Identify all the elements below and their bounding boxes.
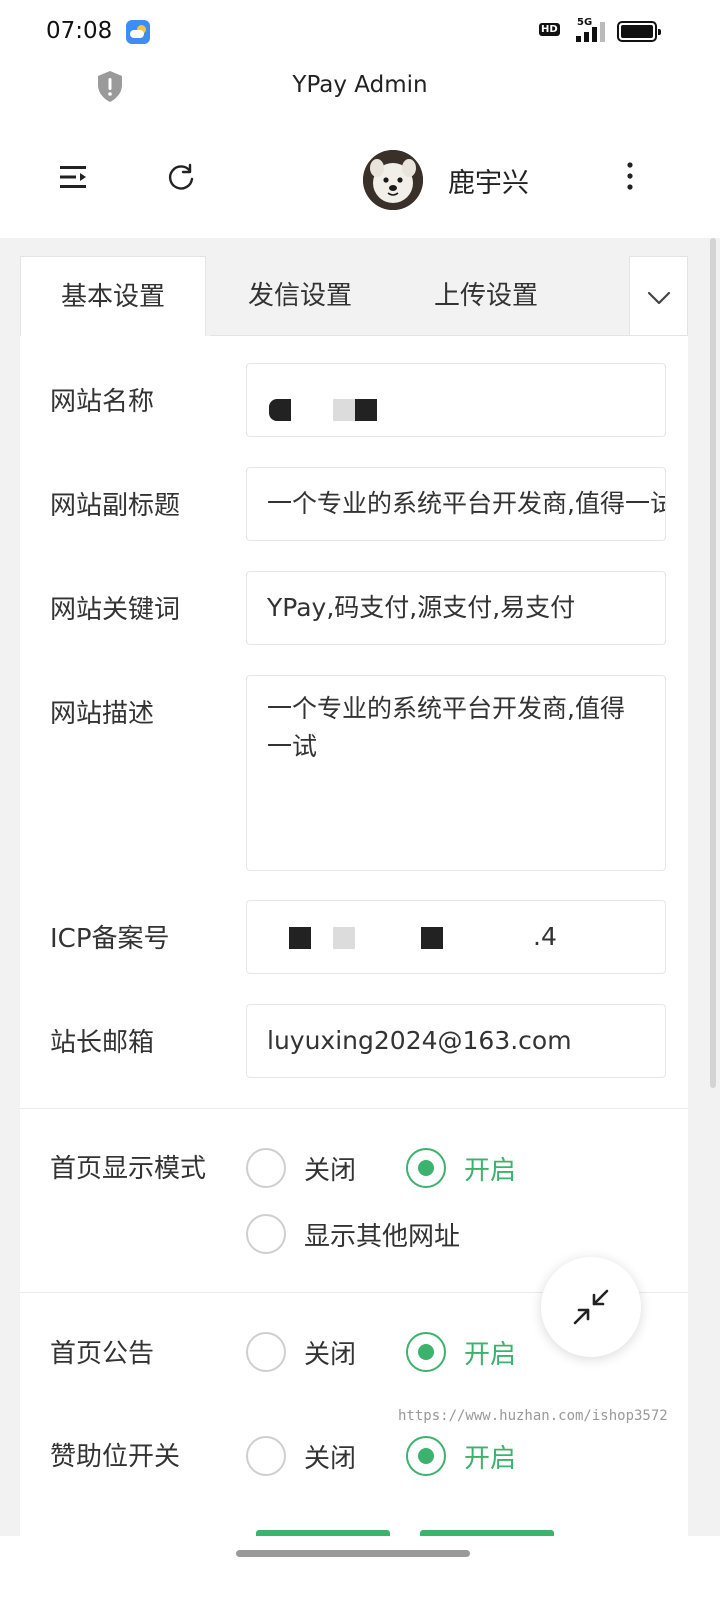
home-indicator[interactable] bbox=[236, 1550, 470, 1557]
battery-icon bbox=[617, 21, 661, 42]
notice-on-radio[interactable]: 开启 bbox=[406, 1332, 536, 1372]
description-textarea[interactable]: 一个专业的系统平台开发商,值得一试 bbox=[246, 675, 666, 871]
site-name-input[interactable] bbox=[246, 363, 666, 437]
weather-cloud-sun-icon bbox=[126, 20, 150, 44]
radio-label: 开启 bbox=[464, 1156, 517, 1186]
tab-upload[interactable]: 上传设置 bbox=[396, 256, 576, 336]
app-header: 鹿宇兴 bbox=[0, 120, 720, 238]
subtitle-input[interactable]: 一个专业的系统平台开发商,值得一试 bbox=[246, 467, 666, 541]
username[interactable]: 鹿宇兴 bbox=[448, 161, 529, 200]
fullscreen-toggle-button[interactable] bbox=[541, 1257, 641, 1357]
avatar[interactable] bbox=[363, 150, 423, 210]
radio-label: 关闭 bbox=[304, 1340, 357, 1370]
radio-label: 关闭 bbox=[304, 1444, 357, 1474]
tab-mail[interactable]: 发信设置 bbox=[210, 256, 390, 336]
status-bar: 07:08 HD 5G bbox=[0, 0, 720, 64]
radio-label: 开启 bbox=[464, 1444, 517, 1474]
site-name-label: 网站名称 bbox=[50, 387, 155, 417]
keywords-input[interactable]: YPay,码支付,源支付,易支付 bbox=[246, 571, 666, 645]
tab-basic[interactable]: 基本设置 bbox=[20, 256, 206, 336]
redacted-block bbox=[269, 399, 291, 421]
signal-icon bbox=[576, 22, 610, 42]
scrollbar[interactable] bbox=[710, 238, 716, 1088]
hd-badge: HD bbox=[539, 23, 560, 36]
radio-circle bbox=[246, 1332, 286, 1372]
radio-circle bbox=[246, 1436, 286, 1476]
sponsor-label: 赞助位开关 bbox=[50, 1442, 181, 1472]
keywords-label: 网站关键词 bbox=[50, 595, 181, 625]
section-divider bbox=[20, 1108, 688, 1109]
system-nav-bar bbox=[0, 1536, 720, 1600]
browser-bar: YPay Admin bbox=[0, 64, 720, 120]
icp-value: .4 bbox=[533, 922, 557, 951]
email-input[interactable]: luyuxing2024@163.com bbox=[246, 1004, 666, 1078]
subtitle-label: 网站副标题 bbox=[50, 491, 181, 521]
watermark: https://www.huzhan.com/ishop3572 bbox=[398, 1408, 668, 1424]
main-content: 基本设置 发信设置 上传设置 网站名称 网站副标题 一个专业的系统平台开发商,值… bbox=[0, 238, 720, 1586]
icp-label: ICP备案号 bbox=[50, 924, 170, 954]
home-mode-on-radio[interactable]: 开启 bbox=[406, 1148, 536, 1188]
notice-off-radio[interactable]: 关闭 bbox=[246, 1332, 376, 1372]
chevron-down-icon bbox=[647, 291, 671, 305]
redacted-block bbox=[333, 399, 355, 421]
browser-title: YPay Admin bbox=[292, 72, 428, 98]
sponsor-off-radio[interactable]: 关闭 bbox=[246, 1436, 376, 1476]
sponsor-on-radio[interactable]: 开启 bbox=[406, 1436, 536, 1476]
more-vertical-icon[interactable] bbox=[624, 160, 636, 192]
menu-collapse-icon[interactable] bbox=[58, 164, 90, 190]
radio-circle bbox=[246, 1148, 286, 1188]
collapse-arrows-icon bbox=[573, 1289, 609, 1325]
notice-label: 首页公告 bbox=[50, 1339, 155, 1369]
icp-input[interactable]: .4 bbox=[246, 900, 666, 974]
settings-form: 网站名称 网站副标题 一个专业的系统平台开发商,值得一试 网站关键词 YPay,… bbox=[20, 336, 688, 1586]
home-mode-label: 首页显示模式 bbox=[50, 1154, 207, 1184]
redacted-block bbox=[355, 399, 377, 421]
radio-circle bbox=[406, 1436, 446, 1476]
radio-label: 关闭 bbox=[304, 1156, 357, 1186]
radio-label: 显示其他网址 bbox=[304, 1222, 461, 1252]
home-mode-off-radio[interactable]: 关闭 bbox=[246, 1148, 376, 1188]
radio-circle bbox=[406, 1332, 446, 1372]
description-label: 网站描述 bbox=[50, 699, 155, 729]
redacted-block bbox=[421, 927, 443, 949]
radio-label: 开启 bbox=[464, 1340, 517, 1370]
radio-circle bbox=[406, 1148, 446, 1188]
tab-more-button[interactable] bbox=[629, 256, 688, 336]
redacted-block bbox=[333, 927, 355, 949]
redacted-block bbox=[289, 927, 311, 949]
status-time: 07:08 bbox=[46, 18, 113, 44]
refresh-icon[interactable] bbox=[166, 162, 196, 192]
radio-circle bbox=[246, 1214, 286, 1254]
home-mode-other-url-radio[interactable]: 显示其他网址 bbox=[246, 1214, 486, 1254]
settings-tabs: 基本设置 发信设置 上传设置 bbox=[20, 256, 688, 336]
email-label: 站长邮箱 bbox=[50, 1028, 155, 1058]
